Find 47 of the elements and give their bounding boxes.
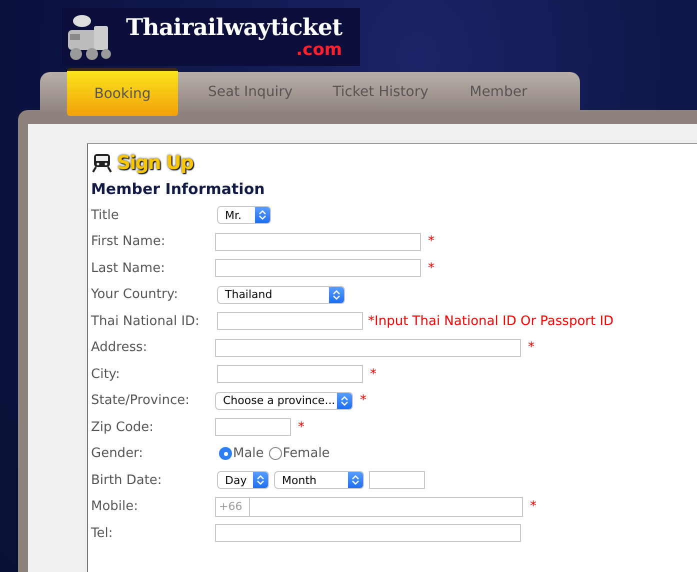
field-label: Address: xyxy=(91,340,148,356)
required-mark: * xyxy=(530,499,536,514)
required-mark: * xyxy=(370,366,376,382)
section-title: Member Information xyxy=(91,180,266,198)
text-field[interactable] xyxy=(215,232,421,251)
train-icon xyxy=(91,153,113,173)
text-field[interactable] xyxy=(217,312,363,330)
text-field[interactable] xyxy=(215,259,421,278)
field-label: Tel: xyxy=(91,526,114,541)
chevron-icon xyxy=(329,286,344,303)
text-field[interactable] xyxy=(217,365,363,384)
logo-suffix: .com xyxy=(296,41,342,59)
nav-tab[interactable]: Booking xyxy=(67,68,178,116)
text-field[interactable] xyxy=(215,338,521,357)
required-mark: * xyxy=(428,260,434,276)
logo-name: Thairailwayticket xyxy=(126,15,342,41)
field-label: Gender: xyxy=(91,446,144,462)
field-label: Birth Date: xyxy=(91,472,163,488)
chevron-icon xyxy=(253,472,268,488)
field-label: City: xyxy=(91,366,121,382)
dropdown[interactable]: Month xyxy=(274,471,364,490)
field-hint: *Input Thai National ID Or Passport ID xyxy=(368,314,614,329)
dropdown[interactable]: Day xyxy=(217,471,269,490)
field-label: Thai National ID: xyxy=(91,314,200,329)
radio-option[interactable]: Female xyxy=(268,446,330,462)
text-field[interactable] xyxy=(215,524,521,542)
radio-option[interactable]: Male xyxy=(219,446,264,462)
text-field[interactable] xyxy=(215,418,291,436)
chevron-icon xyxy=(337,392,352,409)
field-label: Zip Code: xyxy=(91,420,155,435)
page-heading: Sign Up xyxy=(117,152,193,174)
chevron-icon xyxy=(348,472,363,488)
field-label: Last Name: xyxy=(91,260,166,276)
field-label: State/Province: xyxy=(91,393,190,408)
year-field[interactable] xyxy=(369,471,425,490)
required-mark: * xyxy=(360,393,366,408)
dropdown[interactable]: Choose a province... xyxy=(215,392,353,410)
dropdown[interactable]: Mr. xyxy=(217,206,271,224)
field-label: Your Country: xyxy=(91,287,179,302)
field-label: Mobile: xyxy=(91,499,140,514)
dropdown[interactable]: Thailand xyxy=(217,286,345,304)
field-label: Title xyxy=(91,208,120,223)
required-mark: * xyxy=(298,420,304,435)
chevron-icon xyxy=(255,207,270,224)
required-mark: * xyxy=(428,234,434,250)
required-mark: * xyxy=(528,340,534,356)
field-label: First Name: xyxy=(91,234,166,250)
